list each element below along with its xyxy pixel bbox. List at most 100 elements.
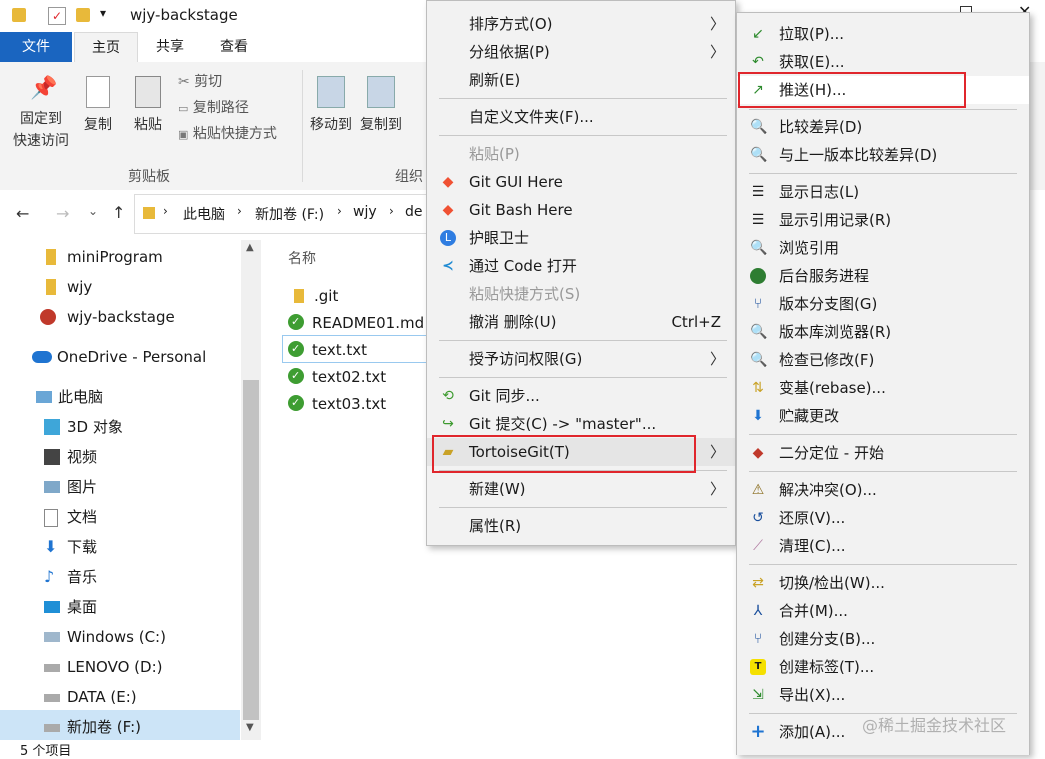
submenu-item-switch[interactable]: ⇄ 切换/检出(W)... bbox=[737, 569, 1029, 597]
menu-item-grant-access[interactable]: 授予访问权限(G) 〉 bbox=[427, 345, 735, 373]
menu-item-new[interactable]: 新建(W) 〉 bbox=[427, 475, 735, 503]
tab-home[interactable]: 主页 bbox=[74, 32, 138, 63]
crumb-drive-f[interactable]: 新加卷 (F:) bbox=[255, 204, 324, 224]
menu-item-properties[interactable]: 属性(R) bbox=[427, 512, 735, 540]
copy-to-button[interactable]: 复制到 bbox=[356, 76, 406, 136]
window-title: wjy-backstage bbox=[130, 6, 238, 24]
tab-share[interactable]: 共享 bbox=[142, 32, 198, 62]
nav-item-drive-f[interactable]: 新加卷 (F:) bbox=[44, 712, 141, 742]
submenu-item-merge[interactable]: ⅄ 合并(M)... bbox=[737, 597, 1029, 625]
menu-item-git-bash[interactable]: ◆ Git Bash Here bbox=[427, 196, 735, 224]
music-icon: ♪ bbox=[44, 567, 55, 586]
nav-item-desktop[interactable]: 桌面 bbox=[44, 592, 97, 622]
nav-item-drive-e[interactable]: DATA (E:) bbox=[44, 682, 137, 712]
submenu-item-daemon[interactable]: 后台服务进程 bbox=[737, 262, 1029, 290]
menu-label: 刷新(E) bbox=[469, 71, 521, 89]
submenu-item-repo-browser[interactable]: 🔍 版本库浏览器(R) bbox=[737, 318, 1029, 346]
nav-item-videos[interactable]: 视频 bbox=[44, 442, 97, 472]
nav-item-downloads[interactable]: ⬇ 下载 bbox=[44, 532, 97, 562]
submenu-item-pull[interactable]: ↙ 拉取(P)... bbox=[737, 20, 1029, 48]
pin-quick-access-button[interactable]: 📌 固定到 快速访问 bbox=[6, 76, 76, 152]
menu-item-customize[interactable]: 自定义文件夹(F)... bbox=[427, 103, 735, 131]
menu-separator bbox=[749, 564, 1017, 565]
scroll-up-icon[interactable]: ▲ bbox=[246, 242, 254, 253]
submenu-item-export[interactable]: ⇲ 导出(X)... bbox=[737, 681, 1029, 709]
cut-button[interactable]: ✂ 剪切 bbox=[178, 70, 222, 94]
nav-item-pictures[interactable]: 图片 bbox=[44, 472, 97, 502]
file-name: text02.txt bbox=[312, 368, 387, 386]
paste-shortcut-button[interactable]: ▣ 粘贴快捷方式 bbox=[178, 122, 277, 147]
checklist-icon[interactable]: ✓ bbox=[48, 7, 66, 25]
submenu-item-bisect[interactable]: ◆ 二分定位 - 开始 bbox=[737, 439, 1029, 467]
nav-item-onedrive[interactable]: OneDrive - Personal bbox=[32, 342, 206, 372]
crumb-this-pc[interactable]: 此电脑 bbox=[183, 204, 225, 224]
submenu-item-stash[interactable]: ⬇ 贮藏更改 bbox=[737, 402, 1029, 430]
file-item-git[interactable]: .git bbox=[294, 283, 338, 309]
menu-item-undo-delete[interactable]: 撤消 删除(U) Ctrl+Z bbox=[427, 308, 735, 336]
submenu-item-revert[interactable]: ↺ 还原(V)... bbox=[737, 504, 1029, 532]
menu-item-git-gui[interactable]: ◆ Git GUI Here bbox=[427, 168, 735, 196]
nav-scrollbar[interactable]: ▲ ▼ bbox=[241, 240, 261, 740]
quick-access-dropdown-icon[interactable]: ▾ bbox=[100, 6, 106, 20]
tab-view[interactable]: 查看 bbox=[205, 32, 263, 62]
stash-icon: ⬇ bbox=[752, 408, 764, 424]
crumb-de[interactable]: de bbox=[405, 204, 423, 220]
submenu-item-branch[interactable]: ⑂ 创建分支(B)... bbox=[737, 625, 1029, 653]
menu-item-group[interactable]: 分组依据(P) 〉 bbox=[427, 38, 735, 66]
forward-icon[interactable]: → bbox=[56, 204, 69, 223]
breadcrumb[interactable]: › 此电脑 › 新加卷 (F:) › wjy › de bbox=[134, 194, 436, 234]
submenu-item-reflog[interactable]: ☰ 显示引用记录(R) bbox=[737, 206, 1029, 234]
menu-item-vscode[interactable]: ≺ 通过 Code 打开 bbox=[427, 252, 735, 280]
menu-item-paste[interactable]: 粘贴(P) bbox=[427, 140, 735, 168]
copy-icon bbox=[86, 76, 110, 108]
submenu-item-diff[interactable]: 🔍 比较差异(D) bbox=[737, 113, 1029, 141]
nav-item-3d-objects[interactable]: 3D 对象 bbox=[44, 412, 123, 442]
menu-item-sort[interactable]: 排序方式(O) 〉 bbox=[427, 10, 735, 38]
submenu-item-rebase[interactable]: ⇅ 变基(rebase)... bbox=[737, 374, 1029, 402]
menu-item-eye-guard[interactable]: L 护眼卫士 bbox=[427, 224, 735, 252]
scroll-down-icon[interactable]: ▼ bbox=[246, 722, 254, 733]
submenu-item-diff-prev[interactable]: 🔍 与上一版本比较差异(D) bbox=[737, 141, 1029, 169]
file-item-text02[interactable]: text02.txt bbox=[288, 363, 387, 390]
recent-dropdown-icon[interactable]: ⌄ bbox=[88, 204, 98, 218]
nav-item-documents[interactable]: 文档 bbox=[44, 502, 97, 532]
submenu-item-log[interactable]: ☰ 显示日志(L) bbox=[737, 178, 1029, 206]
back-icon[interactable]: ← bbox=[16, 204, 29, 223]
new-folder-icon[interactable] bbox=[76, 8, 90, 22]
move-to-button[interactable]: 移动到 bbox=[306, 76, 356, 136]
nav-item-drive-d[interactable]: LENOVO (D:) bbox=[44, 652, 162, 682]
copy-path-button[interactable]: ▭ 复制路径 bbox=[178, 96, 249, 121]
menu-item-git-commit[interactable]: ↪ Git 提交(C) -> "master"... bbox=[427, 410, 735, 438]
submenu-item-cleanup[interactable]: ⟋ 清理(C)... bbox=[737, 532, 1029, 560]
nav-item-music[interactable]: ♪ 音乐 bbox=[44, 562, 97, 592]
nav-label: wjy bbox=[67, 278, 93, 296]
submenu-item-tag[interactable]: T 创建标签(T)... bbox=[737, 653, 1029, 681]
menu-separator bbox=[749, 173, 1017, 174]
crumb-wjy[interactable]: wjy bbox=[353, 204, 377, 220]
submenu-item-rev-graph[interactable]: ⑂ 版本分支图(G) bbox=[737, 290, 1029, 318]
export-icon: ⇲ bbox=[752, 687, 764, 703]
tab-file[interactable]: 文件 bbox=[0, 32, 72, 62]
submenu-item-resolve[interactable]: ⚠ 解决冲突(O)... bbox=[737, 476, 1029, 504]
nav-item-this-pc[interactable]: 此电脑 bbox=[36, 382, 103, 412]
nav-item-miniprogram[interactable]: miniProgram bbox=[46, 242, 163, 272]
submenu-item-browse-ref[interactable]: 🔍 浏览引用 bbox=[737, 234, 1029, 262]
file-item-text03[interactable]: text03.txt bbox=[288, 390, 386, 417]
file-item-readme[interactable]: README01.md bbox=[288, 309, 424, 336]
up-icon[interactable]: ↑ bbox=[112, 203, 125, 222]
menu-item-git-sync[interactable]: ⟲ Git 同步... bbox=[427, 382, 735, 410]
scroll-thumb[interactable] bbox=[243, 380, 259, 720]
nav-item-wjy-backstage[interactable]: wjy-backstage bbox=[40, 302, 175, 332]
menu-item-paste-shortcut[interactable]: 粘贴快捷方式(S) bbox=[427, 280, 735, 308]
submenu-item-check-mod[interactable]: 🔍 检查已修改(F) bbox=[737, 346, 1029, 374]
nav-item-wjy[interactable]: wjy bbox=[46, 272, 92, 302]
reflog-icon: ☰ bbox=[751, 212, 765, 228]
nav-label: LENOVO (D:) bbox=[67, 658, 163, 676]
copy-button[interactable]: 复制 bbox=[80, 76, 116, 136]
file-name: .git bbox=[314, 287, 339, 305]
paste-button[interactable]: 粘贴 bbox=[128, 76, 168, 136]
menu-item-refresh[interactable]: 刷新(E) bbox=[427, 66, 735, 94]
nav-item-drive-c[interactable]: Windows (C:) bbox=[44, 622, 166, 652]
file-item-text[interactable]: text.txt bbox=[288, 336, 367, 363]
column-header-name[interactable]: 名称 bbox=[288, 248, 316, 268]
